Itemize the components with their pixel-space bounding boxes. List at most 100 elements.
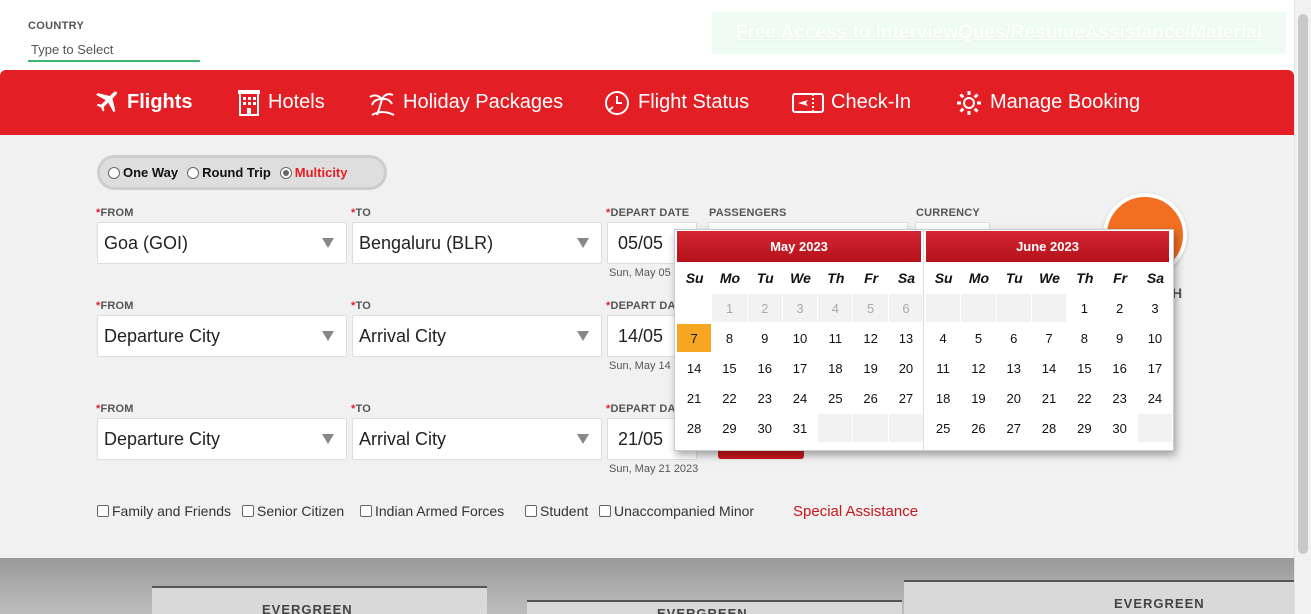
nav-check-in[interactable]: Check-In [792, 70, 911, 135]
calendar-day[interactable]: 6 [996, 324, 1031, 352]
calendar-day[interactable]: 25 [818, 384, 853, 412]
calendar-day[interactable]: 11 [818, 324, 853, 352]
leg2-from-select[interactable]: Departure City [97, 315, 347, 357]
calendar-day[interactable]: 27 [888, 384, 924, 412]
calendar-day[interactable]: 29 [1067, 414, 1102, 442]
calendar-day[interactable]: 18 [926, 384, 961, 412]
calendar-day[interactable]: 9 [747, 324, 782, 352]
calendar-day[interactable]: 23 [1102, 384, 1137, 412]
calendar-day[interactable]: 9 [1102, 324, 1137, 352]
calendar-day[interactable]: 7 [1031, 324, 1067, 352]
calendar-day-selected[interactable]: 7 [677, 324, 712, 352]
calendar-day[interactable]: 17 [782, 354, 818, 382]
calendar-day[interactable]: 14 [677, 354, 712, 382]
nav-hotels[interactable]: Hotels [237, 70, 325, 135]
calendar-day[interactable]: 31 [782, 414, 818, 442]
minor-checkbox[interactable] [599, 505, 611, 517]
calendar-day[interactable]: 13 [888, 324, 924, 352]
calendar-day[interactable]: 5 [961, 324, 996, 352]
option-family-friends[interactable]: Family and Friends [97, 503, 231, 519]
calendar-day[interactable]: 17 [1137, 354, 1173, 382]
weekday-header: Su Mo Tu We Th Fr Sa [675, 262, 923, 294]
one-way-radio[interactable] [108, 166, 120, 179]
nav-manage-booking[interactable]: Manage Booking [955, 70, 1140, 135]
calendar-day[interactable]: 15 [1067, 354, 1102, 382]
calendar-day[interactable]: 23 [747, 384, 782, 412]
leg2-from-value: Departure City [104, 325, 221, 346]
leg1-to-select[interactable]: Bengaluru (BLR) [352, 222, 602, 264]
trip-round-trip-option[interactable]: Round Trip [187, 165, 271, 180]
calendar-day[interactable]: 28 [1031, 414, 1067, 442]
calendar-day[interactable]: 11 [926, 354, 961, 382]
leg3-to-select[interactable]: Arrival City [352, 418, 602, 460]
calendar-day[interactable]: 14 [1031, 354, 1067, 382]
multicity-label: Multicity [294, 165, 348, 180]
calendar-day[interactable]: 19 [853, 354, 888, 382]
weekday-label: Mo [719, 270, 741, 286]
leg2-date-value: 14/05 [618, 325, 664, 346]
calendar-day[interactable]: 8 [712, 324, 747, 352]
calendar-day[interactable]: 24 [1137, 384, 1173, 412]
trip-one-way-option[interactable]: One Way [108, 165, 178, 180]
scrollbar-thumb[interactable] [1298, 14, 1308, 554]
calendar-day[interactable]: 20 [996, 384, 1031, 412]
calendar-day[interactable]: 15 [712, 354, 747, 382]
calendar-day[interactable]: 29 [712, 414, 747, 442]
senior-checkbox[interactable] [242, 505, 254, 517]
calendar-day[interactable]: 8 [1067, 324, 1102, 352]
calendar-day[interactable]: 2 [1102, 294, 1137, 322]
option-unaccompanied-minor[interactable]: Unaccompanied Minor [599, 503, 754, 519]
calendar-day: 3 [782, 294, 818, 322]
round-trip-radio[interactable] [187, 166, 200, 179]
calendar-day[interactable]: 12 [853, 324, 888, 352]
round-trip-label: Round Trip [202, 165, 271, 180]
calendar-day: 4 [818, 294, 853, 322]
option-student[interactable]: Student [525, 503, 588, 519]
option-senior-citizen[interactable]: Senior Citizen [242, 503, 344, 519]
calendar-day[interactable]: 30 [1102, 414, 1137, 442]
leg1-from-select[interactable]: Goa (GOI) [97, 222, 347, 264]
special-assistance-link[interactable]: Special Assistance [793, 503, 918, 520]
calendar-day[interactable]: 19 [961, 384, 996, 412]
calendar-day[interactable]: 27 [996, 414, 1031, 442]
leg2-to-select[interactable]: Arrival City [352, 315, 602, 357]
calendar-day[interactable]: 16 [747, 354, 782, 382]
calendar-day[interactable]: 1 [1067, 294, 1102, 322]
family-checkbox[interactable] [97, 505, 109, 517]
calendar-day[interactable]: 28 [677, 414, 712, 442]
option-armed-forces[interactable]: Indian Armed Forces [360, 503, 504, 519]
calendar-day[interactable]: 26 [961, 414, 996, 442]
calendar-day[interactable]: 24 [782, 384, 818, 412]
airplane-icon [96, 90, 118, 112]
armed-checkbox[interactable] [360, 505, 372, 517]
trip-multicity-option[interactable]: Multicity [279, 165, 348, 180]
calendar-day[interactable]: 12 [961, 354, 996, 382]
calendar-day[interactable]: 20 [888, 354, 924, 382]
student-checkbox[interactable] [525, 505, 537, 517]
calendar-day[interactable]: 3 [1137, 294, 1173, 322]
calendar-day[interactable]: 18 [818, 354, 853, 382]
calendar-day[interactable]: 10 [782, 324, 818, 352]
month-title: May 2023 [677, 231, 921, 262]
calendar-day[interactable]: 21 [1031, 384, 1067, 412]
country-input[interactable] [28, 38, 200, 62]
calendar-day[interactable]: 30 [747, 414, 782, 442]
calendar-day[interactable]: 13 [996, 354, 1031, 382]
calendar-day[interactable]: 22 [712, 384, 747, 412]
multicity-radio[interactable] [279, 166, 292, 179]
calendar-day[interactable]: 21 [677, 384, 712, 412]
vertical-scrollbar[interactable] [1294, 0, 1311, 614]
nav-flights[interactable]: Flights [92, 70, 193, 135]
calendar-day[interactable]: 16 [1102, 354, 1137, 382]
calendar-day[interactable]: 4 [926, 324, 961, 352]
calendar-day[interactable]: 26 [853, 384, 888, 412]
nav-flight-status[interactable]: Flight Status [603, 70, 749, 135]
promo-link[interactable]: Free Access to InterviewQues/ResumeAssis… [736, 22, 1262, 44]
nav-holiday-packages[interactable]: Holiday Packages [368, 70, 563, 135]
calendar-day[interactable]: 22 [1067, 384, 1102, 412]
calendar-day[interactable]: 25 [926, 414, 961, 442]
leg3-from-select[interactable]: Departure City [97, 418, 347, 460]
calendar-day[interactable]: 10 [1137, 324, 1173, 352]
weekday-label: Su [934, 270, 953, 286]
leg3-from-value: Departure City [104, 428, 221, 449]
